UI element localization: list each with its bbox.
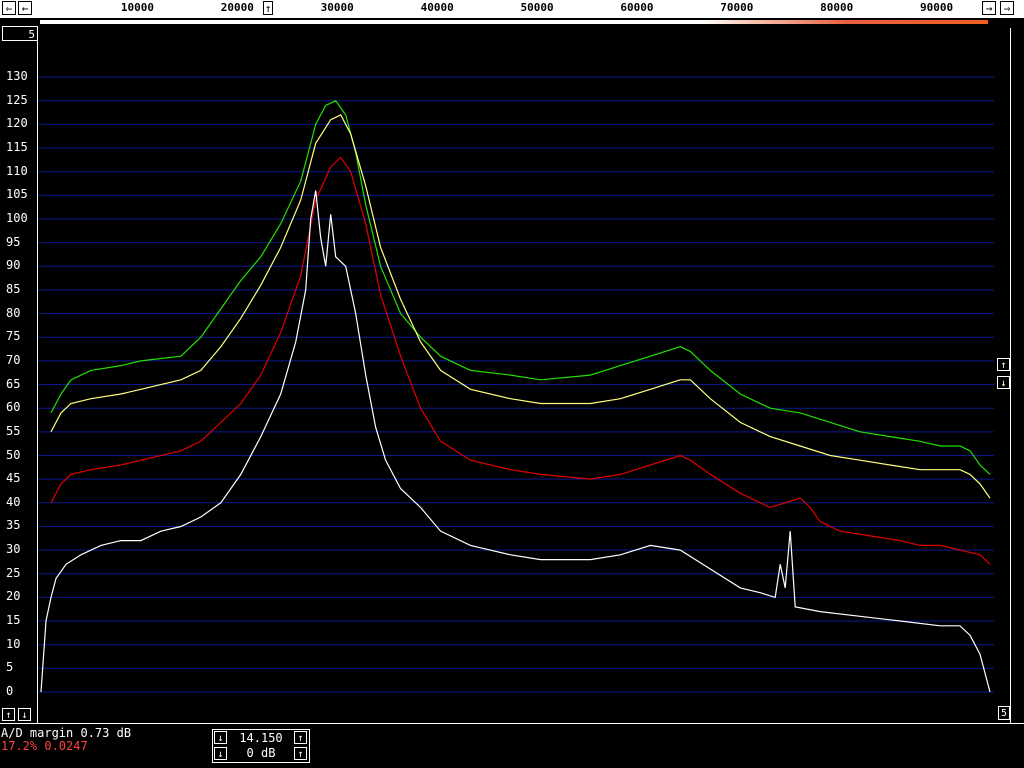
y-axis-label: 125 bbox=[6, 92, 28, 107]
waterfall-scale-button[interactable]: 5 bbox=[998, 706, 1010, 720]
y-axis-label: 75 bbox=[6, 329, 21, 344]
y-axis-label: 85 bbox=[6, 281, 21, 296]
y-axis-label: 40 bbox=[6, 494, 21, 509]
y-axis-label: 70 bbox=[6, 352, 21, 367]
y-axis-label: 35 bbox=[6, 518, 21, 533]
y-axis-label: 60 bbox=[6, 400, 21, 415]
y-axis-label: 80 bbox=[6, 305, 21, 320]
y-axis-label: 130 bbox=[6, 69, 28, 84]
gain-down-button[interactable]: ↓ bbox=[214, 731, 227, 744]
y-axis-label: 95 bbox=[6, 234, 21, 249]
y-axis-label: 120 bbox=[6, 116, 28, 131]
gain-up-button[interactable]: ↑ bbox=[294, 731, 307, 744]
y-axis-label: 55 bbox=[6, 423, 21, 438]
ad-stats-text: 17.2% 0.0247 bbox=[1, 739, 88, 753]
y-axis-label: 45 bbox=[6, 471, 21, 486]
gain-value[interactable]: 14.150 bbox=[228, 731, 294, 745]
y-axis-label: 20 bbox=[6, 589, 21, 604]
spectrum-trace-0 bbox=[50, 100, 991, 475]
status-divider bbox=[0, 723, 1024, 724]
side-up-button[interactable]: ↑ bbox=[997, 358, 1010, 371]
y-axis-label: 25 bbox=[6, 565, 21, 580]
left-up-button[interactable]: ↑ bbox=[2, 708, 15, 721]
y-axis-label: 50 bbox=[6, 447, 21, 462]
y-axis-label: 10 bbox=[6, 636, 21, 651]
y-axis-label: 100 bbox=[6, 211, 28, 225]
left-down-button[interactable]: ↓ bbox=[18, 708, 31, 721]
y-axis-label: 110 bbox=[6, 163, 28, 178]
y-axis-label: 115 bbox=[6, 140, 28, 155]
y-axis-label: 90 bbox=[6, 258, 21, 273]
y-axis-label: 105 bbox=[6, 187, 28, 202]
y-axis-label: 65 bbox=[6, 376, 21, 391]
y-axis-label: 0 bbox=[6, 684, 14, 698]
spectrum-traces bbox=[40, 100, 991, 693]
ad-margin-text: A/D margin 0.73 dB bbox=[1, 726, 132, 740]
offset-up-button[interactable]: ↑ bbox=[294, 747, 307, 760]
offset-down-button[interactable]: ↓ bbox=[214, 747, 227, 760]
spectrum-plot[interactable] bbox=[0, 0, 1024, 724]
side-down-button[interactable]: ↓ bbox=[997, 376, 1010, 389]
grid-lines bbox=[38, 76, 994, 693]
spectrum-trace-1 bbox=[50, 114, 991, 499]
y-axis-label: 15 bbox=[6, 613, 21, 628]
y-axis-label: 30 bbox=[6, 542, 21, 557]
offset-value[interactable]: 0 dB bbox=[228, 746, 294, 760]
gain-control: ↓ 14.150 ↑ ↓ 0 dB ↑ bbox=[212, 729, 310, 763]
y-axis-label: 5 bbox=[6, 660, 14, 675]
